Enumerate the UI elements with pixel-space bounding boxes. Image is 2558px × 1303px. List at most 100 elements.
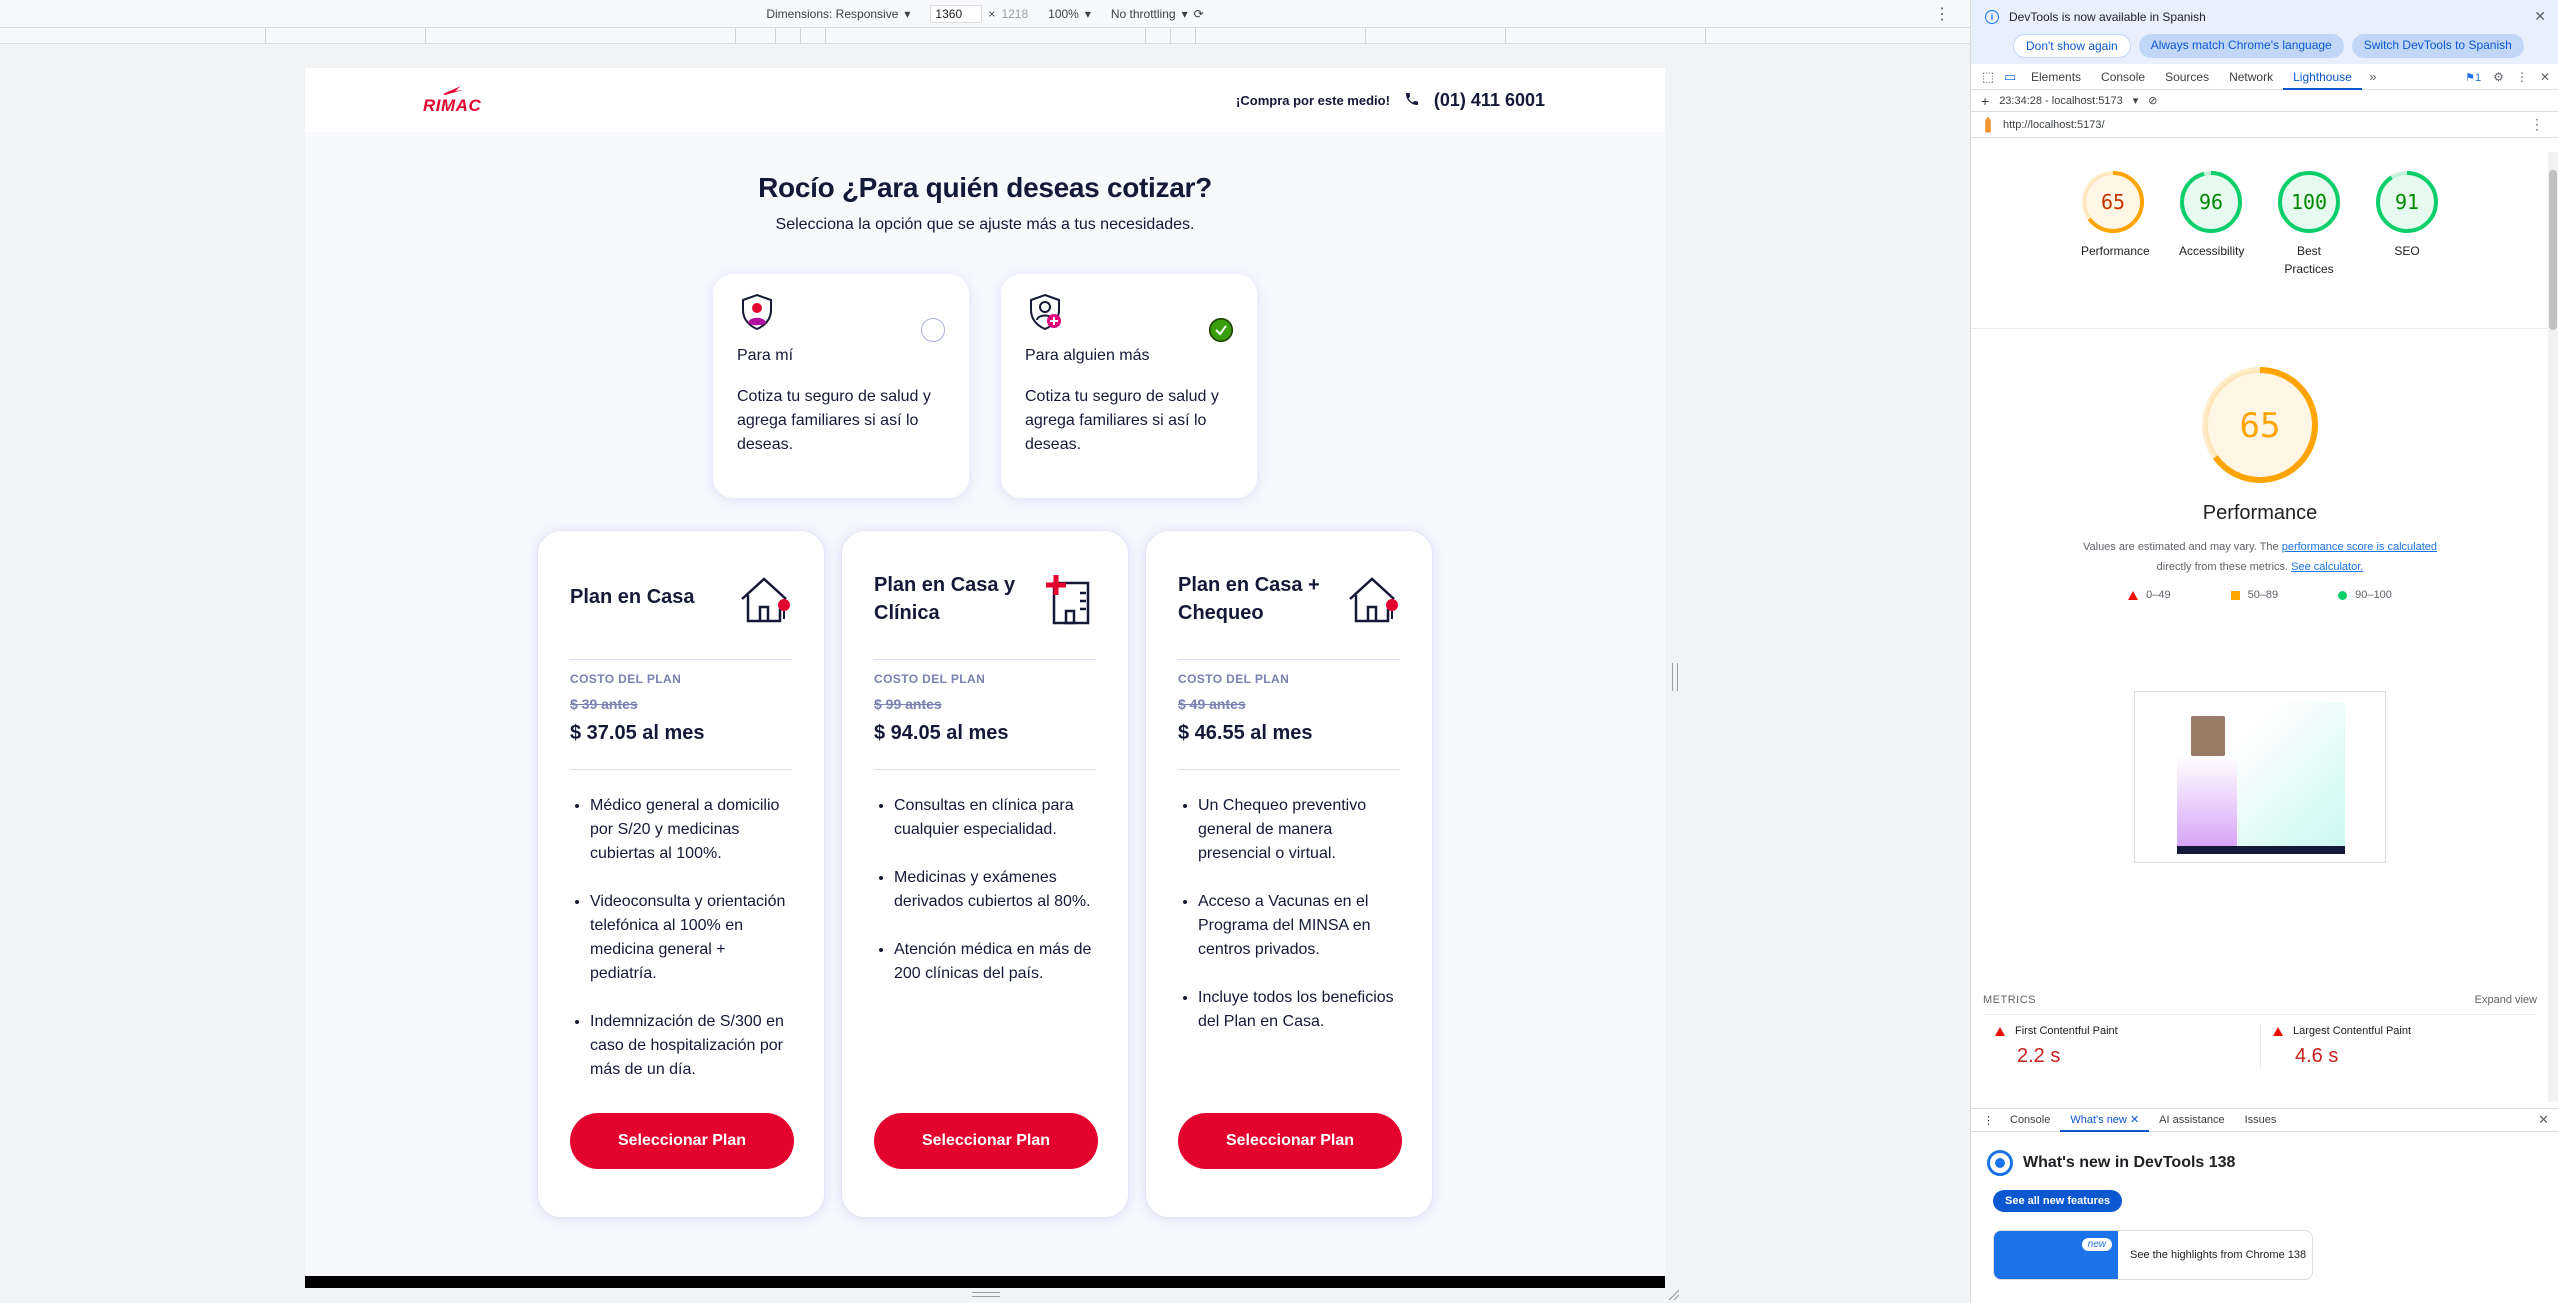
score-gauges: 65 Performance 96 Accessibility 100 Best Prac… (1971, 152, 2549, 278)
dimensions-dropdown[interactable]: Dimensions: Responsive (766, 7, 898, 21)
score-gauge[interactable]: 91 SEO (2375, 170, 2439, 278)
option-radio-checked[interactable] (1209, 318, 1233, 342)
info-message: DevTools is now available in Spanish (2009, 10, 2206, 24)
phone-number[interactable]: (01) 411 6001 (1434, 90, 1545, 111)
plan-price: $ 94.05 al mes (874, 722, 1009, 744)
report-selector[interactable]: 23:34:28 - localhost:5173 (1999, 95, 2123, 107)
divider (570, 769, 792, 770)
score-ring: 65 (2082, 171, 2144, 233)
tab-lighthouse[interactable]: Lighthouse (2283, 64, 2362, 90)
plan-header: Plan en Casa + Chequeo (1178, 571, 1400, 641)
inspect-icon[interactable]: ⬚ (1977, 69, 1999, 85)
contact-block: ¡Compra por este medio! (01) 411 6001 (1236, 90, 1545, 111)
drawer-tab-console[interactable]: Console (2000, 1108, 2060, 1132)
drawer-menu-icon[interactable]: ⋮ (1977, 1114, 2000, 1127)
plus-icon[interactable]: + (1981, 93, 1989, 109)
site-header: RIMAC ¡Compra por este medio! (01) 411 6… (305, 68, 1665, 132)
more-options-icon[interactable]: ⋮ (2516, 70, 2528, 84)
lighthouse-report: 65 Performance 96 Accessibility 100 Best Prac… (1971, 152, 2549, 1102)
score-legend: 0–49 50–89 90–100 (1971, 589, 2549, 601)
tab-console[interactable]: Console (2091, 64, 2155, 90)
throttling-dropdown[interactable]: No throttling (1111, 7, 1176, 21)
match-language-button[interactable]: Always match Chrome's language (2138, 34, 2344, 58)
more-options-icon[interactable]: ⋮ (1934, 4, 1950, 24)
select-plan-button[interactable]: Seleccionar Plan (570, 1113, 794, 1169)
thumbnail-content (2177, 702, 2345, 854)
legend-pass: 90–100 (2338, 589, 2392, 601)
cost-label: COSTO DEL PLAN (570, 672, 682, 686)
see-calculator-link[interactable]: See calculator. (2291, 561, 2363, 573)
see-all-features-button[interactable]: See all new features (1993, 1190, 2123, 1212)
previous-price: $ 39 antes (570, 696, 638, 712)
option-card-para-mi[interactable]: Para mí Cotiza tu seguro de salud y agre… (713, 274, 969, 498)
whats-new-title: What's new in DevTools 138 (2023, 1154, 2236, 1171)
benefit-list: Consultas en clínica para cualquier espe… (874, 794, 1096, 986)
divider (1178, 659, 1400, 660)
resize-corner[interactable] (1667, 1288, 1679, 1300)
option-card-para-alguien-mas[interactable]: Para alguien más Cotiza tu seguro de sal… (1001, 274, 1257, 498)
more-options-icon[interactable]: ⋮ (2530, 116, 2544, 133)
score-gauge[interactable]: 100 Best Practices (2277, 170, 2341, 278)
highlights-card[interactable]: new See the highlights from Chrome 138 (1993, 1230, 2313, 1280)
who-options: Para mí Cotiza tu seguro de salud y agre… (305, 274, 1665, 498)
clear-icon[interactable]: ⊘ (2148, 94, 2157, 107)
zoom-dropdown[interactable]: 100% (1048, 7, 1079, 21)
score-label: SEO (2394, 244, 2420, 258)
resize-handle-bottom[interactable] (972, 1292, 1000, 1297)
select-plan-button[interactable]: Seleccionar Plan (1178, 1113, 1402, 1169)
drawer-tab-issues[interactable]: Issues (2235, 1108, 2287, 1132)
score-gauge[interactable]: 96 Accessibility (2179, 170, 2244, 278)
tab-sources[interactable]: Sources (2155, 64, 2219, 90)
devtools-panel: i DevTools is now available in Spanish D… (1970, 0, 2558, 1303)
language-infobar: i DevTools is now available in Spanish D… (1971, 0, 2558, 64)
option-description: Cotiza tu seguro de salud y agrega famil… (737, 388, 931, 453)
height-input[interactable]: 1218 (1001, 7, 1028, 21)
scrollbar-thumb[interactable] (2549, 170, 2557, 330)
score-ring: 96 (2180, 171, 2242, 233)
tab-network[interactable]: Network (2219, 64, 2283, 90)
thumbnail-gradient (2177, 756, 2237, 846)
chevron-down-icon: ▾ (1084, 6, 1091, 21)
rotate-icon[interactable]: ⟳ (1194, 7, 1204, 21)
rimac-logo[interactable]: RIMAC (423, 84, 481, 116)
device-toggle-icon[interactable]: ▭ (1999, 69, 2021, 85)
close-icon[interactable]: ✕ (2130, 1114, 2139, 1126)
switch-language-button[interactable]: Switch DevTools to Spanish (2351, 34, 2524, 58)
more-tabs-icon[interactable]: » (2362, 69, 2384, 84)
expand-view-toggle[interactable]: Expand view (2475, 994, 2537, 1006)
gear-icon[interactable]: ⚙ (2493, 70, 2504, 84)
issues-badge[interactable]: ⚑1 (2465, 71, 2481, 84)
tab-elements[interactable]: Elements (2021, 64, 2091, 90)
divider (1178, 769, 1400, 770)
score-calculated-link[interactable]: performance score is calculated (2282, 541, 2437, 553)
house-icon (741, 577, 790, 623)
footer-bar (305, 1276, 1665, 1288)
score-gauge[interactable]: 65 Performance (2081, 170, 2150, 278)
benefit-item: Consultas en clínica para cualquier espe… (894, 794, 1096, 842)
gauge-score: 65 (2101, 190, 2125, 214)
phone-icon (1404, 91, 1420, 110)
select-plan-button[interactable]: Seleccionar Plan (874, 1113, 1098, 1169)
option-radio[interactable] (921, 318, 945, 342)
resize-handle-right[interactable] (1672, 663, 1678, 691)
metric-value: 4.6 s (2295, 1045, 2339, 1067)
drawer-tab-whats-new[interactable]: What's new ✕ (2060, 1108, 2150, 1132)
note-text: directly from these metrics. (2156, 561, 2289, 573)
add-user-shield-icon (1030, 293, 1061, 331)
drawer-tab-ai-assistance[interactable]: AI assistance (2149, 1108, 2234, 1132)
metric-lcp: Largest Contentful Paint 4.6 s (2260, 1025, 2537, 1068)
legend-average: 50–89 (2230, 589, 2278, 601)
chevron-down-icon: ▾ (1181, 6, 1188, 21)
divider (570, 659, 792, 660)
width-input[interactable] (930, 4, 983, 23)
close-icon[interactable]: ✕ (2540, 70, 2550, 84)
triangle-icon (1995, 1026, 2005, 1036)
dont-show-again-button[interactable]: Don't show again (2013, 34, 2131, 58)
device-toolbar: Dimensions: Responsive ▾ × 1218 100% ▾ N… (0, 0, 1970, 28)
benefit-item: Un Chequeo preventivo general de manera … (1198, 794, 1400, 866)
divider (874, 659, 1096, 660)
performance-gauge: 65 (2202, 367, 2318, 483)
close-icon[interactable]: ✕ (2534, 8, 2546, 25)
metric-fcp: First Contentful Paint 2.2 s (1983, 1025, 2260, 1068)
close-icon[interactable]: ✕ (2538, 1112, 2549, 1128)
